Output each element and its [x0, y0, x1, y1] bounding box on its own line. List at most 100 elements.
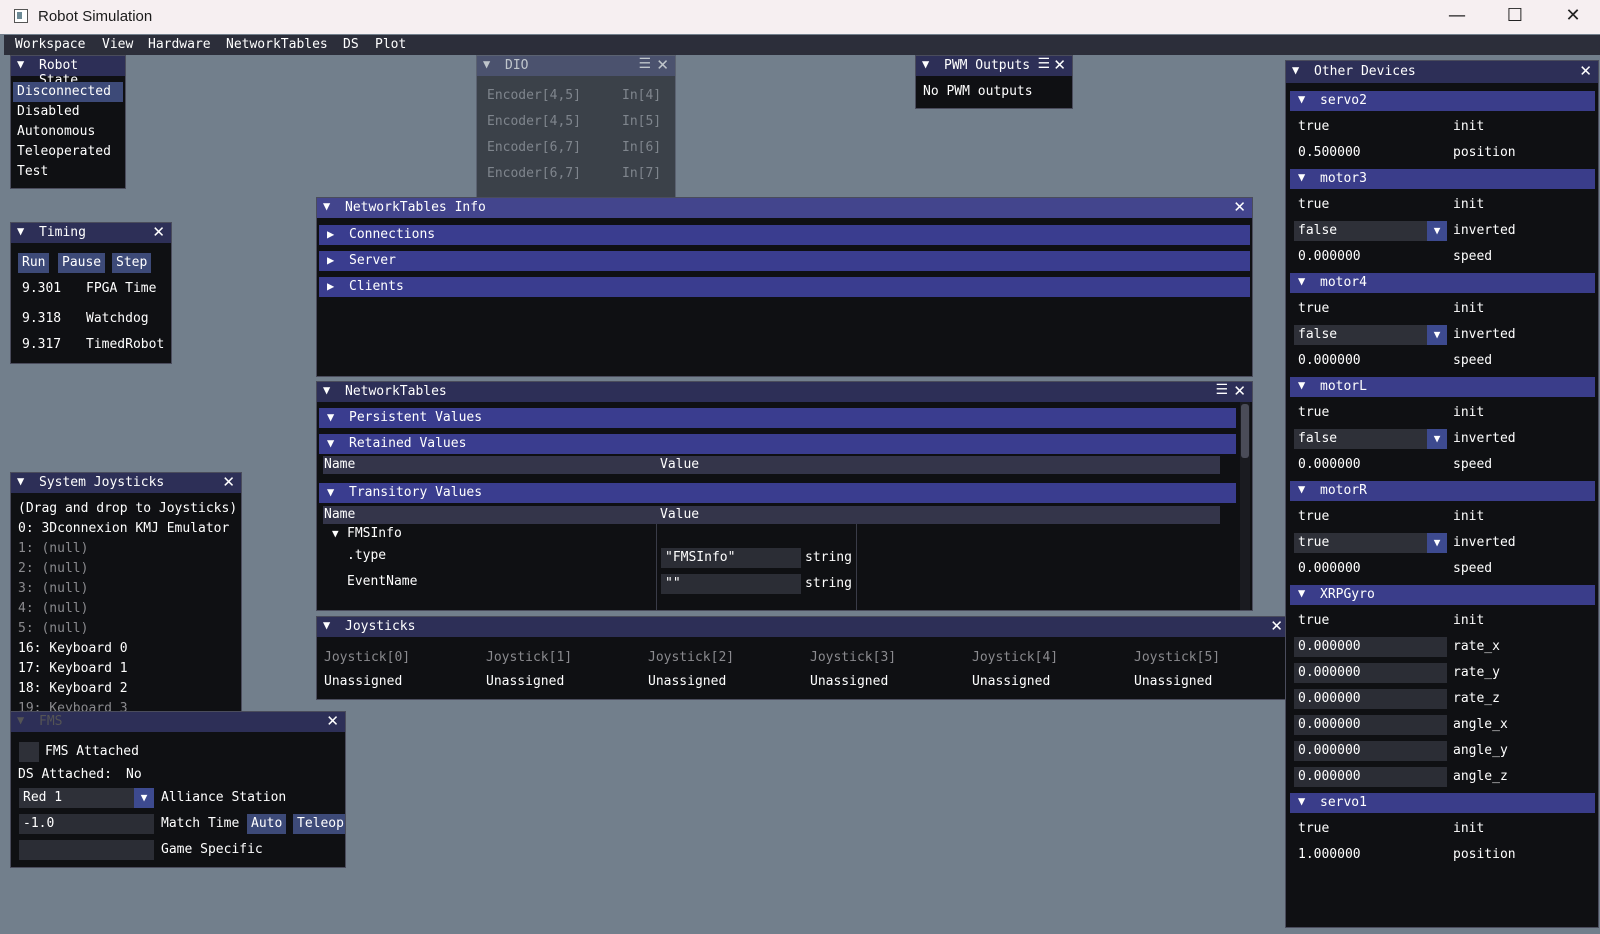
expand-arrow-icon[interactable]: ▶ [327, 253, 334, 267]
col-value-header[interactable]: Value [660, 507, 699, 522]
collapse-arrow-icon[interactable]: ▼ [483, 57, 490, 71]
menu-icon[interactable]: ☰ [1215, 382, 1228, 398]
collapse-arrow-icon[interactable]: ▼ [323, 383, 330, 397]
collapse-arrow-icon[interactable]: ▼ [327, 485, 334, 499]
collapse-arrow-icon[interactable]: ▼ [327, 410, 334, 424]
joystick-slot-label[interactable]: Joystick[2] [648, 650, 734, 665]
close-icon[interactable]: ✕ [326, 712, 339, 730]
system-joystick-item[interactable]: 17: Keyboard 1 [18, 661, 128, 676]
nt-row-value-input[interactable]: "" [661, 574, 801, 594]
col-value-header[interactable]: Value [660, 457, 699, 472]
menu-icon[interactable]: ☰ [1037, 56, 1050, 72]
alliance-station-select[interactable]: Red 1 ▼ [19, 788, 154, 808]
expand-arrow-icon[interactable]: ▶ [327, 279, 334, 293]
close-icon[interactable]: ✕ [1233, 198, 1246, 216]
menu-hardware[interactable]: Hardware [148, 37, 211, 52]
close-button[interactable]: ✕ [1544, 0, 1600, 34]
dropdown-arrow-icon[interactable]: ▼ [1427, 325, 1447, 345]
pwm-outputs-titlebar[interactable]: ▼ PWM Outputs ☰ ✕ [916, 56, 1072, 76]
collapse-arrow-icon[interactable]: ▼ [327, 436, 334, 450]
expand-arrow-icon[interactable]: ▶ [327, 227, 334, 241]
transitory-values-header[interactable]: ▼ Transitory Values [319, 483, 1236, 503]
menu-icon[interactable]: ☰ [638, 56, 651, 72]
system-joysticks-titlebar[interactable]: ▼ System Joysticks ✕ [11, 473, 241, 493]
nt-info-server-header[interactable]: ▶ Server [319, 251, 1250, 271]
dropdown-arrow-icon[interactable]: ▼ [1427, 221, 1447, 241]
timing-titlebar[interactable]: ▼ Timing ✕ [11, 223, 171, 243]
collapse-arrow-icon[interactable]: ▼ [1298, 586, 1305, 600]
collapse-arrow-icon[interactable]: ▼ [922, 57, 929, 71]
nt-info-clients-header[interactable]: ▶ Clients [319, 277, 1250, 297]
nt-row-value-input[interactable]: "FMSInfo" [661, 548, 801, 568]
robot-state-autonomous[interactable]: Autonomous [17, 124, 95, 139]
angle-x-input[interactable]: 0.000000 [1294, 715, 1447, 735]
match-time-input[interactable]: -1.0 [19, 814, 154, 834]
system-joystick-item[interactable]: 16: Keyboard 0 [18, 641, 128, 656]
dropdown-arrow-icon[interactable]: ▼ [1427, 429, 1447, 449]
tree-arrow-icon[interactable]: ▼ [332, 527, 339, 540]
system-joystick-item[interactable]: 2: (null) [18, 561, 88, 576]
collapse-arrow-icon[interactable]: ▼ [17, 224, 24, 238]
close-icon[interactable]: ✕ [656, 56, 669, 74]
menu-networktables[interactable]: NetworkTables [226, 37, 328, 52]
close-icon[interactable]: ✕ [1053, 56, 1066, 74]
joysticks-titlebar[interactable]: ▼ Joysticks ✕ [317, 617, 1289, 637]
joystick-slot-label[interactable]: Joystick[3] [810, 650, 896, 665]
rate-y-input[interactable]: 0.000000 [1294, 663, 1447, 683]
nt-info-titlebar[interactable]: ▼ NetworkTables Info ✕ [317, 198, 1252, 218]
menu-workspace[interactable]: Workspace [15, 37, 85, 52]
minimize-button[interactable]: — [1428, 0, 1486, 34]
collapse-arrow-icon[interactable]: ▼ [17, 713, 24, 727]
angle-y-input[interactable]: 0.000000 [1294, 741, 1447, 761]
collapse-arrow-icon[interactable]: ▼ [1298, 274, 1305, 288]
system-joystick-item[interactable]: 5: (null) [18, 621, 88, 636]
retained-values-header[interactable]: ▼ Retained Values [319, 434, 1236, 454]
step-button[interactable]: Step [112, 253, 152, 273]
nt-group-fmsinfo[interactable]: FMSInfo [347, 526, 402, 541]
scrollbar[interactable] [1240, 402, 1250, 610]
inverted-select[interactable]: false ▼ [1294, 429, 1447, 449]
inverted-select[interactable]: true ▼ [1294, 533, 1447, 553]
game-specific-input[interactable] [19, 840, 154, 860]
collapse-arrow-icon[interactable]: ▼ [1298, 482, 1305, 496]
device-header-motor3[interactable]: ▼ motor3 [1290, 169, 1595, 189]
device-header-servo2[interactable]: ▼ servo2 [1290, 91, 1595, 111]
collapse-arrow-icon[interactable]: ▼ [1292, 63, 1299, 77]
fms-titlebar[interactable]: ▼ FMS ✕ [11, 712, 345, 732]
dropdown-arrow-icon[interactable]: ▼ [1427, 533, 1447, 553]
rate-z-input[interactable]: 0.000000 [1294, 689, 1447, 709]
networktables-titlebar[interactable]: ▼ NetworkTables ☰ ✕ [317, 382, 1252, 402]
close-icon[interactable]: ✕ [222, 473, 235, 491]
rate-x-input[interactable]: 0.000000 [1294, 637, 1447, 657]
collapse-arrow-icon[interactable]: ▼ [1298, 378, 1305, 392]
close-icon[interactable]: ✕ [1270, 617, 1283, 635]
menu-ds[interactable]: DS [343, 37, 359, 52]
close-icon[interactable]: ✕ [1233, 382, 1246, 400]
joystick-slot-label[interactable]: Joystick[0] [324, 650, 410, 665]
menu-view[interactable]: View [102, 37, 133, 52]
device-header-motor4[interactable]: ▼ motor4 [1290, 273, 1595, 293]
robot-state-disabled[interactable]: Disabled [17, 104, 80, 119]
system-joystick-item[interactable]: 18: Keyboard 2 [18, 681, 128, 696]
maximize-button[interactable]: ☐ [1486, 0, 1544, 34]
close-icon[interactable]: ✕ [1579, 62, 1592, 80]
dropdown-arrow-icon[interactable]: ▼ [134, 788, 154, 808]
run-button[interactable]: Run [18, 253, 50, 273]
col-name-header[interactable]: Name [324, 507, 355, 522]
device-header-motorr[interactable]: ▼ motorR [1290, 481, 1595, 501]
close-icon[interactable]: ✕ [152, 223, 165, 241]
robot-state-disconnected[interactable]: Disconnected [17, 84, 111, 99]
collapse-arrow-icon[interactable]: ▼ [1298, 92, 1305, 106]
system-joystick-item[interactable]: 4: (null) [18, 601, 88, 616]
system-joystick-item[interactable]: 0: 3Dconnexion KMJ Emulator [18, 521, 229, 536]
collapse-arrow-icon[interactable]: ▼ [1298, 794, 1305, 808]
dio-titlebar[interactable]: ▼ DIO ☰ ✕ [477, 56, 675, 76]
pause-button[interactable]: Pause [58, 253, 106, 273]
other-devices-titlebar[interactable]: ▼ Other Devices ✕ [1286, 61, 1598, 83]
collapse-arrow-icon[interactable]: ▼ [17, 474, 24, 488]
robot-state-teleoperated[interactable]: Teleoperated [17, 144, 111, 159]
scrollbar-thumb[interactable] [1241, 404, 1249, 458]
nt-info-connections-header[interactable]: ▶ Connections [319, 225, 1250, 245]
device-header-servo1[interactable]: ▼ servo1 [1290, 793, 1595, 813]
joystick-slot-label[interactable]: Joystick[1] [486, 650, 572, 665]
